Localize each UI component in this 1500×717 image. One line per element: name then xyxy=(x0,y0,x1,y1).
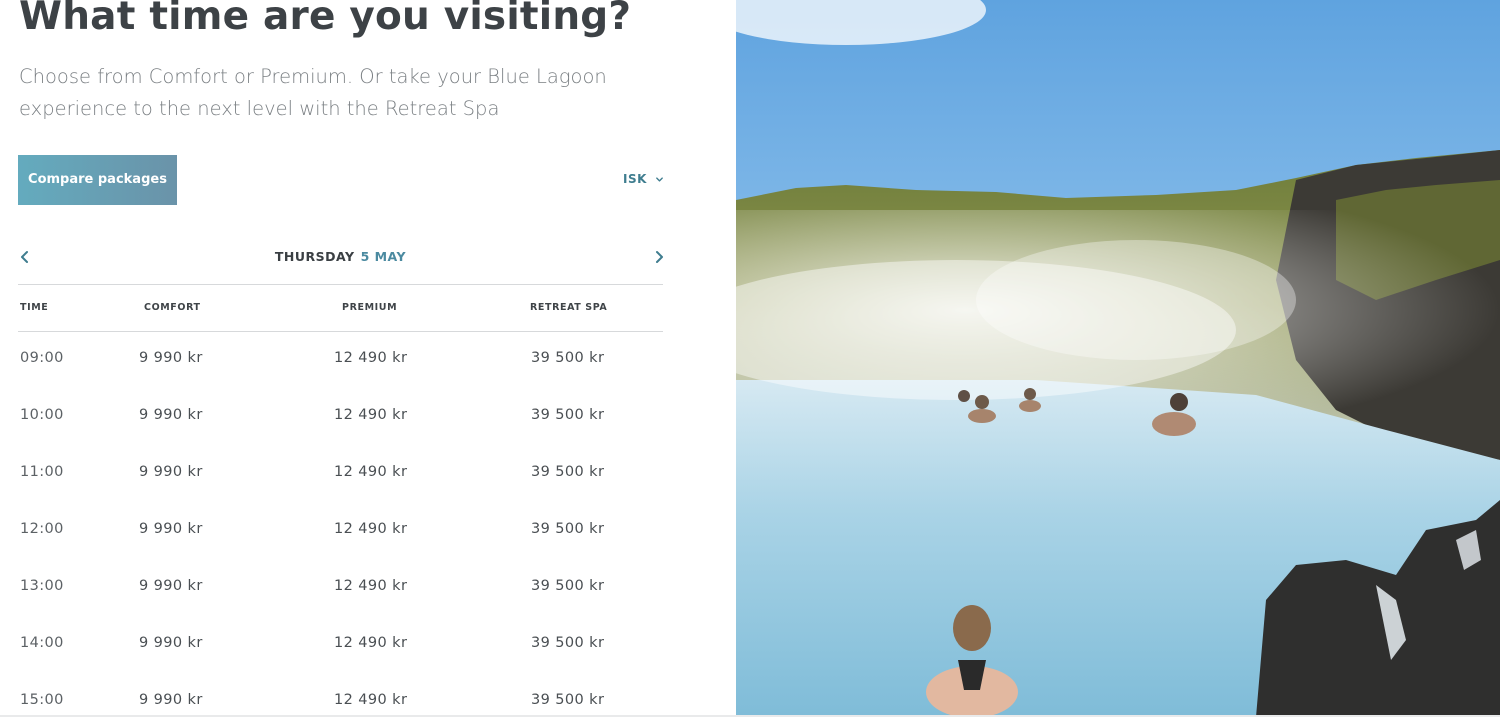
table-row: 14:00 9 990 kr 12 490 kr 39 500 kr xyxy=(0,617,736,674)
lagoon-photo xyxy=(736,0,1500,717)
retreat-spa-price[interactable]: 39 500 kr xyxy=(531,635,604,651)
time-cell: 15:00 xyxy=(20,692,64,708)
column-header-comfort: COMFORT xyxy=(144,302,201,313)
premium-price[interactable]: 12 490 kr xyxy=(334,692,407,708)
column-header-premium: PREMIUM xyxy=(342,302,398,313)
premium-price[interactable]: 12 490 kr xyxy=(334,407,407,423)
booking-panel: What time are you visiting? Choose from … xyxy=(0,0,736,717)
table-row: 13:00 9 990 kr 12 490 kr 39 500 kr xyxy=(0,560,736,617)
currency-select[interactable]: ISK xyxy=(623,171,664,187)
comfort-price[interactable]: 9 990 kr xyxy=(139,350,203,366)
column-header-time: TIME xyxy=(20,302,49,313)
page-title: What time are you visiting? xyxy=(19,0,632,39)
time-cell: 10:00 xyxy=(20,407,64,423)
table-row: 09:00 9 990 kr 12 490 kr 39 500 kr xyxy=(0,332,736,389)
comfort-price[interactable]: 9 990 kr xyxy=(139,464,203,480)
comfort-price[interactable]: 9 990 kr xyxy=(139,578,203,594)
table-row: 12:00 9 990 kr 12 490 kr 39 500 kr xyxy=(0,503,736,560)
page-subtitle: Choose from Comfort or Premium. Or take … xyxy=(19,65,607,120)
table-row: 11:00 9 990 kr 12 490 kr 39 500 kr xyxy=(0,446,736,503)
divider xyxy=(18,284,663,285)
retreat-spa-price[interactable]: 39 500 kr xyxy=(531,464,604,480)
retreat-spa-price[interactable]: 39 500 kr xyxy=(531,692,604,708)
chevron-right-icon[interactable] xyxy=(652,249,666,265)
comfort-price[interactable]: 9 990 kr xyxy=(139,692,203,708)
time-cell: 09:00 xyxy=(20,350,64,366)
premium-price[interactable]: 12 490 kr xyxy=(334,464,407,480)
comfort-price[interactable]: 9 990 kr xyxy=(139,521,203,537)
retreat-spa-price[interactable]: 39 500 kr xyxy=(531,521,604,537)
table-row: 10:00 9 990 kr 12 490 kr 39 500 kr xyxy=(0,389,736,446)
premium-price[interactable]: 12 490 kr xyxy=(334,521,407,537)
selected-date-value: 5 MAY xyxy=(360,249,407,264)
retreat-spa-price[interactable]: 39 500 kr xyxy=(531,578,604,594)
column-header-retreat-spa: RETREAT SPA xyxy=(530,302,608,313)
currency-label: ISK xyxy=(623,172,647,186)
time-cell: 14:00 xyxy=(20,635,64,651)
selected-date: THURSDAY 5 MAY xyxy=(18,249,663,264)
selected-day: THURSDAY xyxy=(274,249,355,264)
time-cell: 12:00 xyxy=(20,521,64,537)
premium-price[interactable]: 12 490 kr xyxy=(334,578,407,594)
premium-price[interactable]: 12 490 kr xyxy=(334,350,407,366)
chevron-down-icon xyxy=(656,176,663,182)
time-cell: 11:00 xyxy=(20,464,64,480)
comfort-price[interactable]: 9 990 kr xyxy=(139,407,203,423)
table-row: 15:00 9 990 kr 12 490 kr 39 500 kr xyxy=(0,674,736,717)
retreat-spa-price[interactable]: 39 500 kr xyxy=(531,407,604,423)
premium-price[interactable]: 12 490 kr xyxy=(334,635,407,651)
comfort-price[interactable]: 9 990 kr xyxy=(139,635,203,651)
retreat-spa-price[interactable]: 39 500 kr xyxy=(531,350,604,366)
date-navigator: THURSDAY 5 MAY xyxy=(18,240,663,275)
compare-packages-button[interactable]: Compare packages xyxy=(18,155,177,205)
time-cell: 13:00 xyxy=(20,578,64,594)
